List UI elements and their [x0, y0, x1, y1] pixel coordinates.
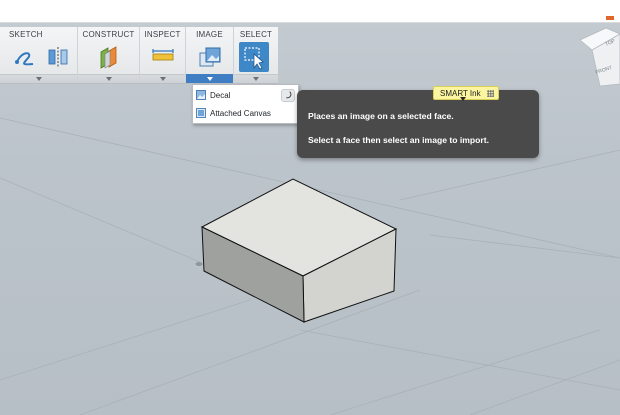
tooltip-description: Places an image on a selected face.	[308, 111, 454, 121]
command-tooltip: Places an image on a selected face. Sele…	[297, 90, 539, 158]
view-cube[interactable]: FRONT TOP	[579, 27, 620, 87]
image-dropdown-menu: Decal Attached Canvas	[192, 84, 299, 124]
toolbar-group-image[interactable]: IMAGE	[186, 27, 234, 83]
canvas-icon	[196, 108, 206, 118]
chevron-down-icon	[206, 77, 213, 81]
smart-ink-badge[interactable]: SMART Ink	[433, 86, 499, 101]
toolbar-group-label: INSPECT	[144, 30, 181, 39]
window-accent	[606, 16, 614, 20]
toolbar: SKETCH CONSTRUCT INSPECT IMAGE SELECT	[0, 27, 278, 84]
chevron-down-icon	[35, 77, 42, 81]
measure-icon[interactable]	[150, 44, 176, 70]
pin-icon	[286, 91, 292, 99]
decal-icon	[196, 90, 206, 100]
menu-item-attached-canvas[interactable]: Attached Canvas	[193, 104, 298, 122]
origin-marker	[195, 262, 203, 266]
toolbar-group-select[interactable]: SELECT	[234, 27, 278, 83]
sketch-curve-icon[interactable]	[13, 44, 39, 70]
menu-item-label: Attached Canvas	[210, 109, 271, 118]
offset-plane-icon[interactable]	[96, 44, 122, 70]
toolbar-group-label: SELECT	[239, 30, 273, 39]
title-bar	[0, 0, 620, 23]
inspect-dropdown-arrow[interactable]	[140, 74, 185, 83]
chevron-down-icon	[105, 77, 112, 81]
toolbar-group-sketch[interactable]: SKETCH	[0, 27, 78, 83]
insert-image-icon[interactable]	[197, 44, 223, 70]
drag-grip-icon[interactable]	[487, 90, 494, 97]
select-dropdown-arrow[interactable]	[234, 74, 278, 83]
toolbar-group-label: SKETCH	[9, 30, 43, 39]
image-dropdown-arrow[interactable]	[186, 74, 233, 83]
caret-down-icon	[460, 97, 466, 101]
chevron-down-icon	[159, 77, 166, 81]
app-window: FRONT TOP SKETCH CONSTRUCT INSPECT IMAGE…	[0, 0, 620, 415]
toolbar-group-construct[interactable]: CONSTRUCT	[78, 27, 140, 83]
chevron-down-icon	[253, 77, 259, 81]
toolbar-group-inspect[interactable]: INSPECT	[140, 27, 186, 83]
menu-item-decal[interactable]: Decal	[193, 86, 298, 104]
toolbar-group-label: IMAGE	[196, 30, 223, 39]
pin-button[interactable]	[281, 89, 295, 102]
construct-dropdown-arrow[interactable]	[78, 74, 139, 83]
mirror-icon[interactable]	[45, 44, 71, 70]
sketch-dropdown-arrow[interactable]	[0, 74, 77, 83]
toolbar-group-label: CONSTRUCT	[82, 30, 135, 39]
select-arrow-icon[interactable]	[241, 44, 267, 70]
tooltip-instruction: Select a face then select an image to im…	[308, 135, 490, 145]
menu-item-label: Decal	[210, 91, 231, 100]
